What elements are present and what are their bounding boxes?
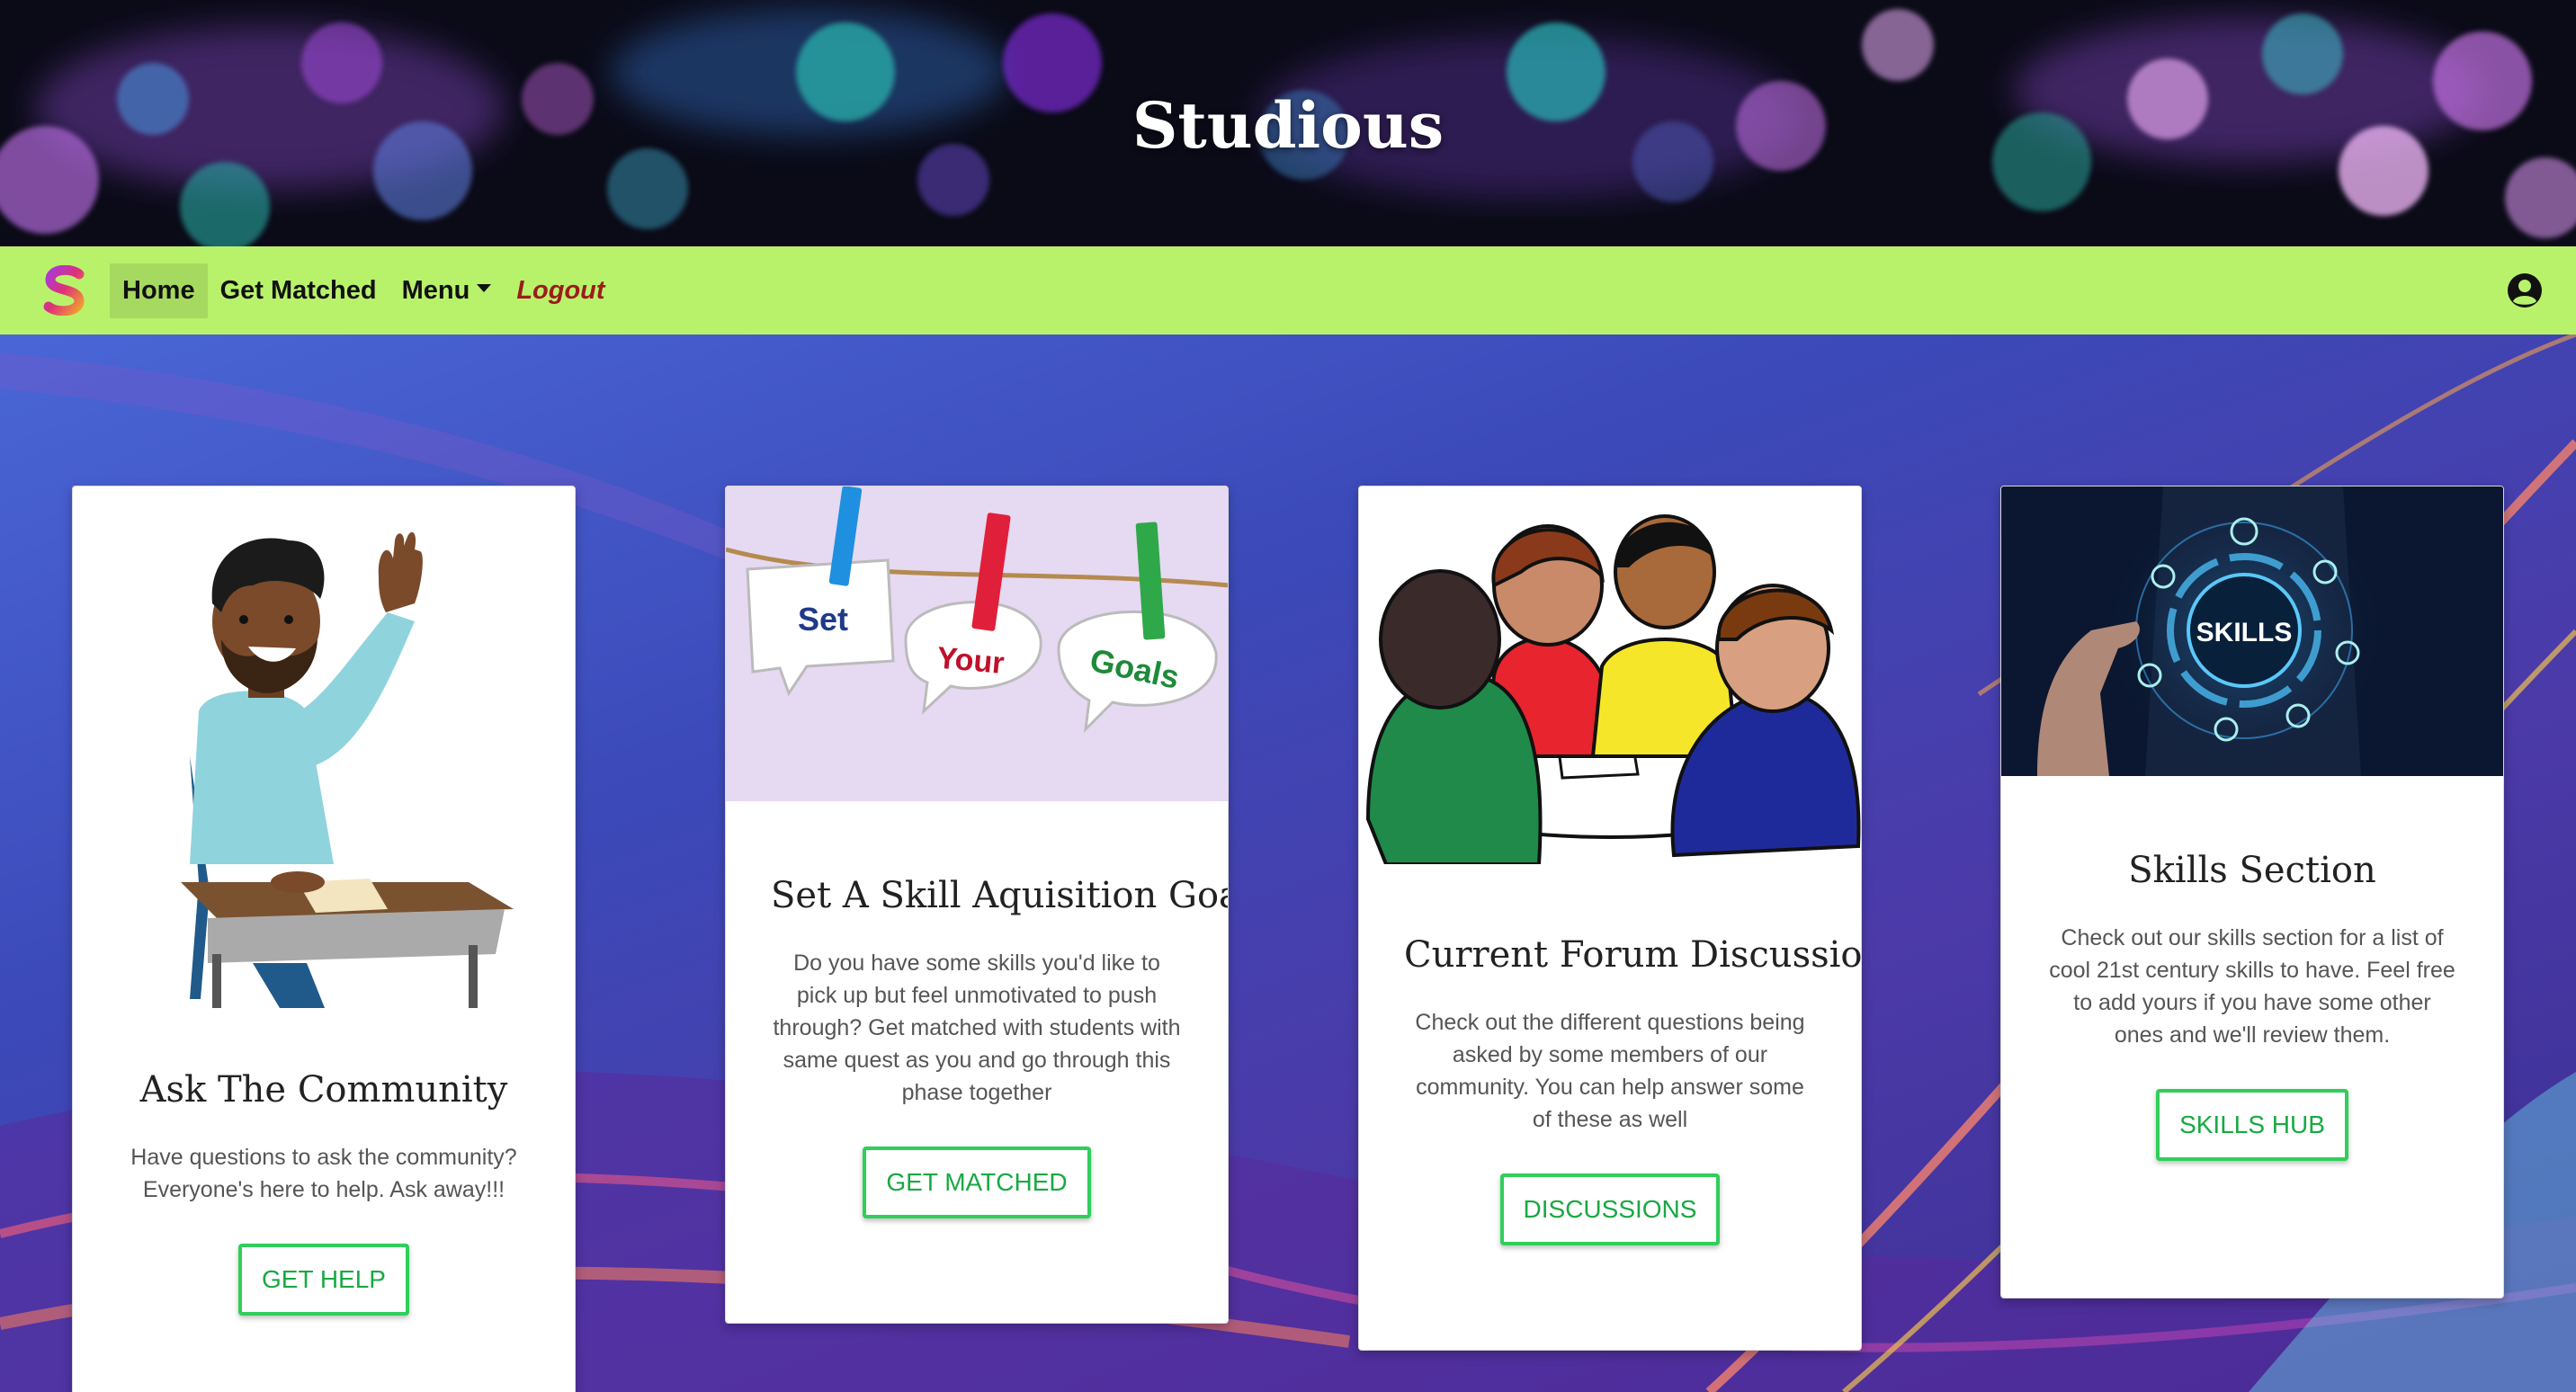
card-image-student [73,486,575,1008]
card-body: Current Forum Discussions Check out the … [1359,934,1861,1245]
card-text: Check out the different questions being … [1415,1010,1805,1132]
get-matched-button[interactable]: GET MATCHED [863,1147,1091,1218]
nav-menu-dropdown[interactable]: Menu [389,263,505,318]
nav-home[interactable]: Home [110,263,208,318]
word-set: Set [798,601,848,638]
card-image-skills: SKILLS [2001,486,2503,776]
card-image-discussion [1359,486,1861,864]
word-your: Your [935,641,1006,681]
skills-hud-illustration: SKILLS [2001,486,2503,776]
card-title: Ask The Community [139,1069,508,1111]
group-discussion-illustration [1365,514,1861,864]
card-title: Set A Skill Aquisition Goal [771,875,1229,916]
card-text: Check out our skills section for a list … [2049,925,2455,1048]
card-ask-community: Ask The Community Have questions to ask … [72,486,576,1392]
card-body: Ask The Community Have questions to ask … [73,1069,575,1316]
hero-banner: Studious [0,0,2576,246]
card-text: Have questions to ask the community? Eve… [130,1145,517,1202]
student-raising-hand-illustration [181,531,514,1008]
user-circle-icon[interactable] [2506,272,2544,309]
nav-menu-label: Menu [401,275,470,305]
set-your-goals-illustration: Set Your Goals [726,486,1228,801]
card-body: Set A Skill Aquisition Goal Do you have … [726,875,1228,1218]
card-skills-section: SKILLS Skills Section Check out our skil… [2000,486,2504,1298]
get-help-button[interactable]: GET HELP [238,1244,409,1316]
card-text: Do you have some skills you'd like to pi… [773,950,1181,1105]
card-forum-discussions: Current Forum Discussions Check out the … [1358,486,1862,1351]
app-title: Studious [1131,87,1445,163]
skills-hud-word: SKILLS [2196,618,2293,647]
card-body: Skills Section Check out our skills sect… [2001,850,2503,1161]
nav-logout[interactable]: Logout [504,263,617,318]
card-image-goals: Set Your Goals [726,486,1228,801]
s-logo-icon[interactable] [43,265,86,316]
skills-hub-button[interactable]: SKILLS HUB [2156,1089,2348,1161]
card-title: Skills Section [2128,850,2376,891]
caret-down-icon [477,284,492,293]
navbar: Home Get Matched Menu Logout [0,246,2576,335]
nav-get-matched[interactable]: Get Matched [208,263,389,318]
card-title: Current Forum Discussions [1404,934,1862,976]
card-skill-goal: Set Your Goals Set A Skill Aquisition Go… [725,486,1229,1324]
discussions-button[interactable]: DISCUSSIONS [1499,1173,1721,1245]
